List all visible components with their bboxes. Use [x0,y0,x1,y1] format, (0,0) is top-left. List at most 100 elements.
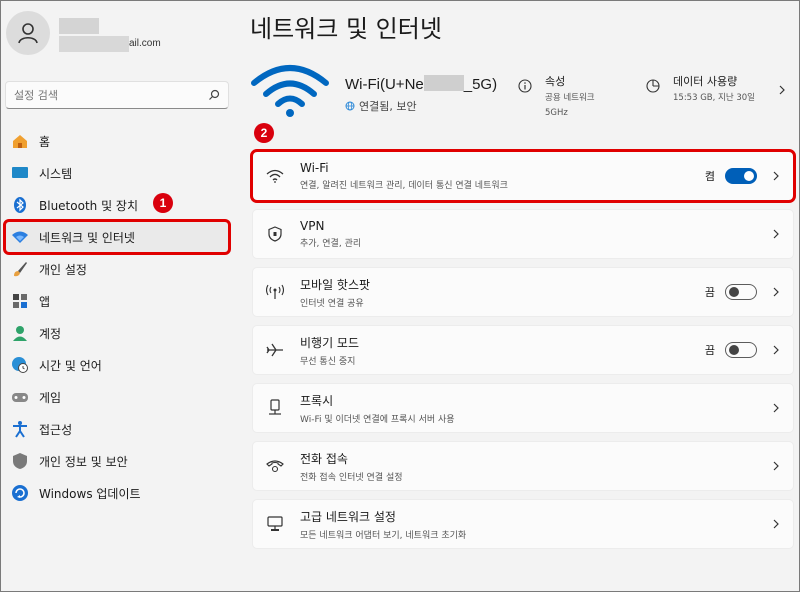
card-wifi[interactable]: Wi-Fi 연결, 알려진 네트워크 관리, 데이터 통신 연결 네트워크 켬 [250,149,796,203]
sidebar-item-network[interactable]: 네트워크 및 인터넷 [3,219,231,255]
card-vpn[interactable]: VPN 추가, 연결, 관리 [252,209,794,259]
settings-cards: Wi-Fi 연결, 알려진 네트워크 관리, 데이터 통신 연결 네트워크 켬 … [250,149,796,557]
globe-clock-icon [11,356,29,374]
sidebar-item-windows-update[interactable]: Windows 업데이트 [5,477,229,509]
apps-icon [11,292,29,310]
ssid-prefix: Wi-Fi(U+Ne [345,76,424,93]
chevron-right-icon [779,85,785,95]
network-ssid: Wi-Fi(U+Ne _5G) [345,75,497,93]
sidebar-item-accessibility[interactable]: 접근성 [5,413,229,445]
gamepad-icon [11,388,29,406]
chevron-right-icon [773,171,779,181]
properties-link[interactable]: 속성 공용 네트워크 5GHz [518,73,595,119]
search-box[interactable] [5,81,229,109]
advanced-network-icon [266,515,284,533]
proxy-icon [266,399,284,417]
update-icon [11,484,29,502]
hotspot-toggle[interactable] [725,284,757,300]
sidebar-item-gaming[interactable]: 게임 [5,381,229,413]
sidebar-item-personalization[interactable]: 개인 설정 [5,253,229,285]
sidebar-item-apps[interactable]: 앱 [5,285,229,317]
search-icon[interactable] [208,89,220,101]
account-name-redacted [59,18,99,34]
chevron-right-icon [773,287,779,297]
wifi-status-icon [251,65,329,117]
info-icon [518,79,532,93]
pie-chart-icon [646,79,660,93]
sidebar-item-label: 앱 [39,294,51,309]
toggle-state-label: 끔 [704,286,715,299]
wifi-toggle[interactable] [725,168,757,184]
chevron-right-icon [773,345,779,355]
properties-network-type: 공용 네트워크 [545,93,595,103]
accessibility-icon [11,420,29,438]
sidebar-item-label: 네트워크 및 인터넷 [39,230,135,245]
network-status-header: Wi-Fi(U+Ne _5G) 연결됨, 보안 속성 공용 네트워크 5GHz 데… [250,63,800,123]
card-advanced-network[interactable]: 고급 네트워크 설정 모든 네트워크 어댑터 보기, 네트워크 초기화 [252,499,794,549]
card-title: 전화 접속 [300,451,348,466]
chevron-right-icon [773,229,779,239]
account-email: ail.com [129,38,161,49]
sidebar-item-label: 계정 [39,326,62,341]
sidebar-item-time-language[interactable]: 시간 및 언어 [5,349,229,381]
card-proxy[interactable]: 프록시 Wi-Fi 및 이더넷 연결에 프록시 서버 사용 [252,383,794,433]
bluetooth-icon [11,196,29,214]
person-icon [11,324,29,342]
card-mobile-hotspot[interactable]: 모바일 핫스팟 인터넷 연결 공유 끔 [252,267,794,317]
sidebar-item-label: 시스템 [39,166,73,181]
sidebar-item-label: 접근성 [39,422,73,437]
card-title: 모바일 핫스팟 [300,277,371,292]
sidebar-item-label: 시간 및 언어 [39,358,102,373]
card-subtitle: 인터넷 연결 공유 [300,298,364,309]
ssid-redacted [423,75,464,91]
home-icon [11,132,29,150]
sidebar-item-label: Windows 업데이트 [39,486,141,501]
data-usage-title: 데이터 사용량 [673,75,738,88]
ssid-suffix: _5G) [463,76,498,93]
sidebar: ail.com 홈 시스템 Bluetooth 및 장치 [1,1,233,592]
card-title: 프록시 [300,393,334,408]
search-input[interactable] [14,88,208,102]
step-badge-1: 1 [153,193,173,213]
card-subtitle: Wi-Fi 및 이더넷 연결에 프록시 서버 사용 [300,414,455,425]
sidebar-item-bluetooth[interactable]: Bluetooth 및 장치 [5,189,229,221]
card-subtitle: 추가, 연결, 관리 [300,239,362,249]
card-airplane-mode[interactable]: 비행기 모드 무선 통신 중지 끔 [252,325,794,375]
card-dial-up[interactable]: 전화 접속 전화 접속 인터넷 연결 설정 [252,441,794,491]
hotspot-icon [266,283,284,301]
network-icon [11,228,29,246]
system-icon [11,164,29,182]
data-usage-value: 15:53 GB, 지난 30일 [673,93,755,103]
properties-band: 5GHz [545,108,568,118]
avatar[interactable] [6,11,50,55]
sidebar-item-home[interactable]: 홈 [5,125,229,157]
card-subtitle: 전화 접속 인터넷 연결 설정 [300,472,403,483]
wifi-icon [266,167,284,185]
step-badge-2: 2 [254,123,274,143]
sidebar-item-label: Bluetooth 및 장치 [39,198,139,213]
sidebar-item-privacy[interactable]: 개인 정보 및 보안 [5,445,229,477]
data-usage-link[interactable]: 데이터 사용량 15:53 GB, 지난 30일 [646,73,785,104]
card-title: 비행기 모드 [300,335,360,350]
card-subtitle: 모든 네트워크 어댑터 보기, 네트워크 초기화 [300,530,467,541]
connection-text: 연결됨, 보안 [359,100,417,113]
vpn-shield-icon [266,225,284,243]
dialup-icon [266,457,284,475]
sidebar-item-label: 게임 [39,390,62,405]
sidebar-item-label: 홈 [39,134,51,149]
card-title: 고급 네트워크 설정 [300,509,396,524]
sidebar-item-system[interactable]: 시스템 [5,157,229,189]
sidebar-item-label: 개인 설정 [39,262,87,277]
page-title: 네트워크 및 인터넷 [250,15,442,43]
nav-list: 홈 시스템 Bluetooth 및 장치 네트워크 및 인터넷 개인 설정 앱 … [3,125,231,509]
toggle-state-label: 켬 [704,170,715,183]
chevron-right-icon [773,461,779,471]
toggle-state-label: 끔 [704,344,715,357]
card-title: Wi-Fi [300,161,329,175]
airplane-toggle[interactable] [725,342,757,358]
chevron-right-icon [773,519,779,529]
sidebar-item-accounts[interactable]: 계정 [5,317,229,349]
card-subtitle: 무선 통신 중지 [300,356,356,367]
airplane-icon [266,341,284,359]
sidebar-item-label: 개인 정보 및 보안 [39,454,128,469]
